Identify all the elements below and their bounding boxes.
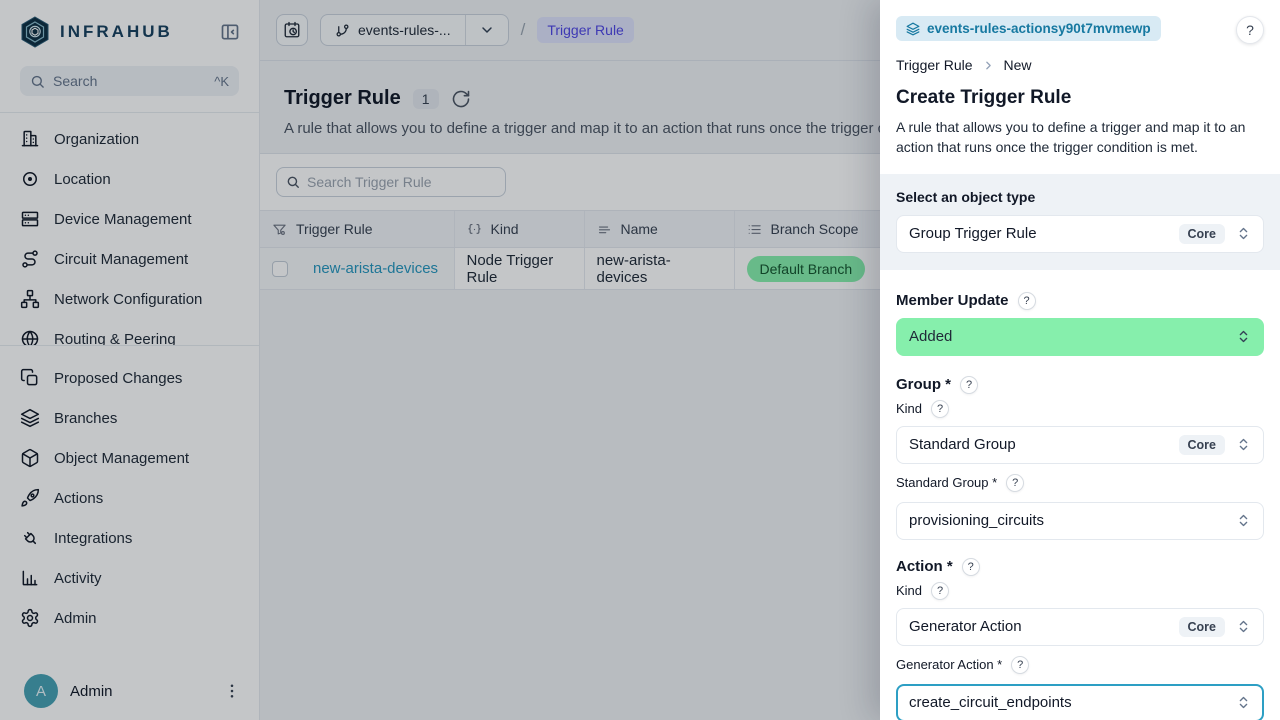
- object-type-label: Select an object type: [896, 189, 1264, 205]
- drawer-breadcrumb-parent[interactable]: Trigger Rule: [896, 57, 973, 73]
- drawer-branch-badge-label: events-rules-actionsy90t7mvmewp: [927, 21, 1151, 36]
- core-badge: Core: [1179, 435, 1225, 455]
- generator-action-select[interactable]: create_circuit_endpoints: [896, 684, 1264, 720]
- chevrons-up-down-icon: [1236, 695, 1251, 710]
- group-kind-select[interactable]: Standard Group Core: [896, 426, 1264, 464]
- action-kind-select[interactable]: Generator Action Core: [896, 608, 1264, 646]
- generator-action-value: create_circuit_endpoints: [909, 694, 1072, 711]
- chevrons-up-down-icon: [1236, 437, 1251, 452]
- help-tooltip-icon[interactable]: ?: [962, 558, 980, 576]
- help-button[interactable]: ?: [1236, 16, 1264, 44]
- group-kind-label: Kind: [896, 401, 922, 416]
- help-tooltip-icon[interactable]: ?: [1018, 292, 1036, 310]
- group-kind-value: Standard Group: [909, 436, 1016, 453]
- member-update-value: Added: [909, 328, 952, 345]
- app-window: INFRAHUB Search ^K Organization Location…: [0, 0, 1280, 720]
- drawer-breadcrumb-current: New: [1004, 57, 1032, 73]
- core-badge: Core: [1179, 617, 1225, 637]
- member-update-select[interactable]: Added: [896, 318, 1264, 356]
- layers-icon: [906, 22, 920, 36]
- help-tooltip-icon[interactable]: ?: [960, 376, 978, 394]
- drawer-breadcrumb: Trigger Rule New: [896, 57, 1264, 73]
- drawer-title: Create Trigger Rule: [896, 87, 1264, 109]
- help-tooltip-icon[interactable]: ?: [931, 582, 949, 600]
- object-type-value: Group Trigger Rule: [909, 225, 1037, 242]
- core-badge: Core: [1179, 224, 1225, 244]
- action-kind-label: Kind: [896, 583, 922, 598]
- chevrons-up-down-icon: [1236, 619, 1251, 634]
- chevrons-up-down-icon: [1236, 329, 1251, 344]
- help-tooltip-icon[interactable]: ?: [1006, 474, 1024, 492]
- object-type-select[interactable]: Group Trigger Rule Core: [896, 215, 1264, 253]
- standard-group-value: provisioning_circuits: [909, 512, 1044, 529]
- drawer-description: A rule that allows you to define a trigg…: [896, 117, 1264, 158]
- group-label: Group *: [896, 376, 951, 393]
- help-tooltip-icon[interactable]: ?: [931, 400, 949, 418]
- standard-group-label: Standard Group *: [896, 475, 997, 490]
- drawer-branch-badge[interactable]: events-rules-actionsy90t7mvmewp: [896, 16, 1161, 41]
- help-tooltip-icon[interactable]: ?: [1011, 656, 1029, 674]
- action-label: Action *: [896, 558, 953, 575]
- chevrons-up-down-icon: [1236, 226, 1251, 241]
- action-kind-value: Generator Action: [909, 618, 1022, 635]
- object-type-section: Select an object type Group Trigger Rule…: [880, 174, 1280, 270]
- member-update-label: Member Update: [896, 292, 1009, 309]
- create-trigger-rule-drawer: events-rules-actionsy90t7mvmewp ? Trigge…: [880, 0, 1280, 720]
- chevrons-up-down-icon: [1236, 513, 1251, 528]
- chevron-right-icon: [982, 59, 995, 72]
- standard-group-select[interactable]: provisioning_circuits: [896, 502, 1264, 540]
- generator-action-label: Generator Action *: [896, 657, 1002, 672]
